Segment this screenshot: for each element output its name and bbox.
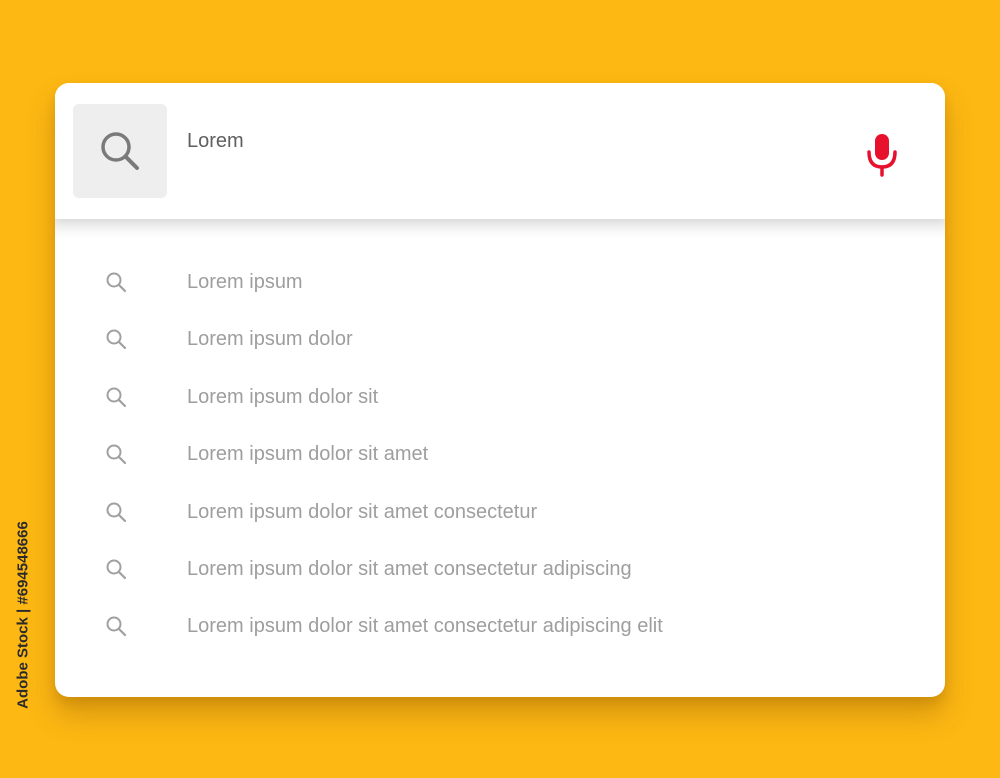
search-icon [106, 559, 127, 580]
search-card: Lorem Lorem ipsum Lorem ipsum dolor Lore… [55, 83, 945, 697]
suggestion-label: Lorem ipsum dolor sit amet consectetur [187, 500, 538, 523]
stock-credit: Adobe Stock | #694548666 [12, 521, 34, 709]
suggestion-label: Lorem ipsum dolor sit amet consectetur a… [187, 615, 663, 638]
search-button[interactable] [73, 104, 167, 198]
search-icon [106, 272, 127, 293]
suggestion-item-7[interactable]: Lorem ipsum dolor sit amet consectetur a… [55, 598, 945, 655]
search-icon [106, 616, 127, 637]
suggestion-item-1[interactable]: Lorem ipsum [55, 254, 945, 311]
suggestion-item-3[interactable]: Lorem ipsum dolor sit [55, 369, 945, 426]
suggestion-label: Lorem ipsum dolor sit amet [187, 443, 429, 466]
suggestion-item-2[interactable]: Lorem ipsum dolor [55, 311, 945, 368]
suggestion-item-4[interactable]: Lorem ipsum dolor sit amet [55, 426, 945, 483]
divider [55, 219, 945, 239]
search-icon [106, 502, 127, 522]
search-icon [101, 132, 139, 170]
search-bar[interactable]: Lorem [55, 83, 945, 219]
microphone-icon [867, 134, 897, 177]
suggestion-label: Lorem ipsum dolor [187, 328, 353, 351]
suggestion-label: Lorem ipsum [187, 271, 303, 293]
search-input[interactable]: Lorem [187, 130, 244, 153]
stock-credit-text: Adobe Stock | #694548666 [14, 521, 32, 709]
search-icon [106, 329, 127, 350]
suggestion-list: Lorem ipsum Lorem ipsum dolor Lorem ipsu… [55, 254, 945, 656]
search-icon [106, 387, 127, 407]
voice-search-button[interactable] [863, 131, 901, 179]
suggestion-label: Lorem ipsum dolor sit amet consectetur a… [187, 557, 632, 580]
suggestion-label: Lorem ipsum dolor sit [187, 385, 379, 408]
search-icon [106, 444, 127, 465]
suggestion-item-6[interactable]: Lorem ipsum dolor sit amet consectetur a… [55, 541, 945, 598]
suggestion-item-5[interactable]: Lorem ipsum dolor sit amet consectetur [55, 484, 945, 541]
